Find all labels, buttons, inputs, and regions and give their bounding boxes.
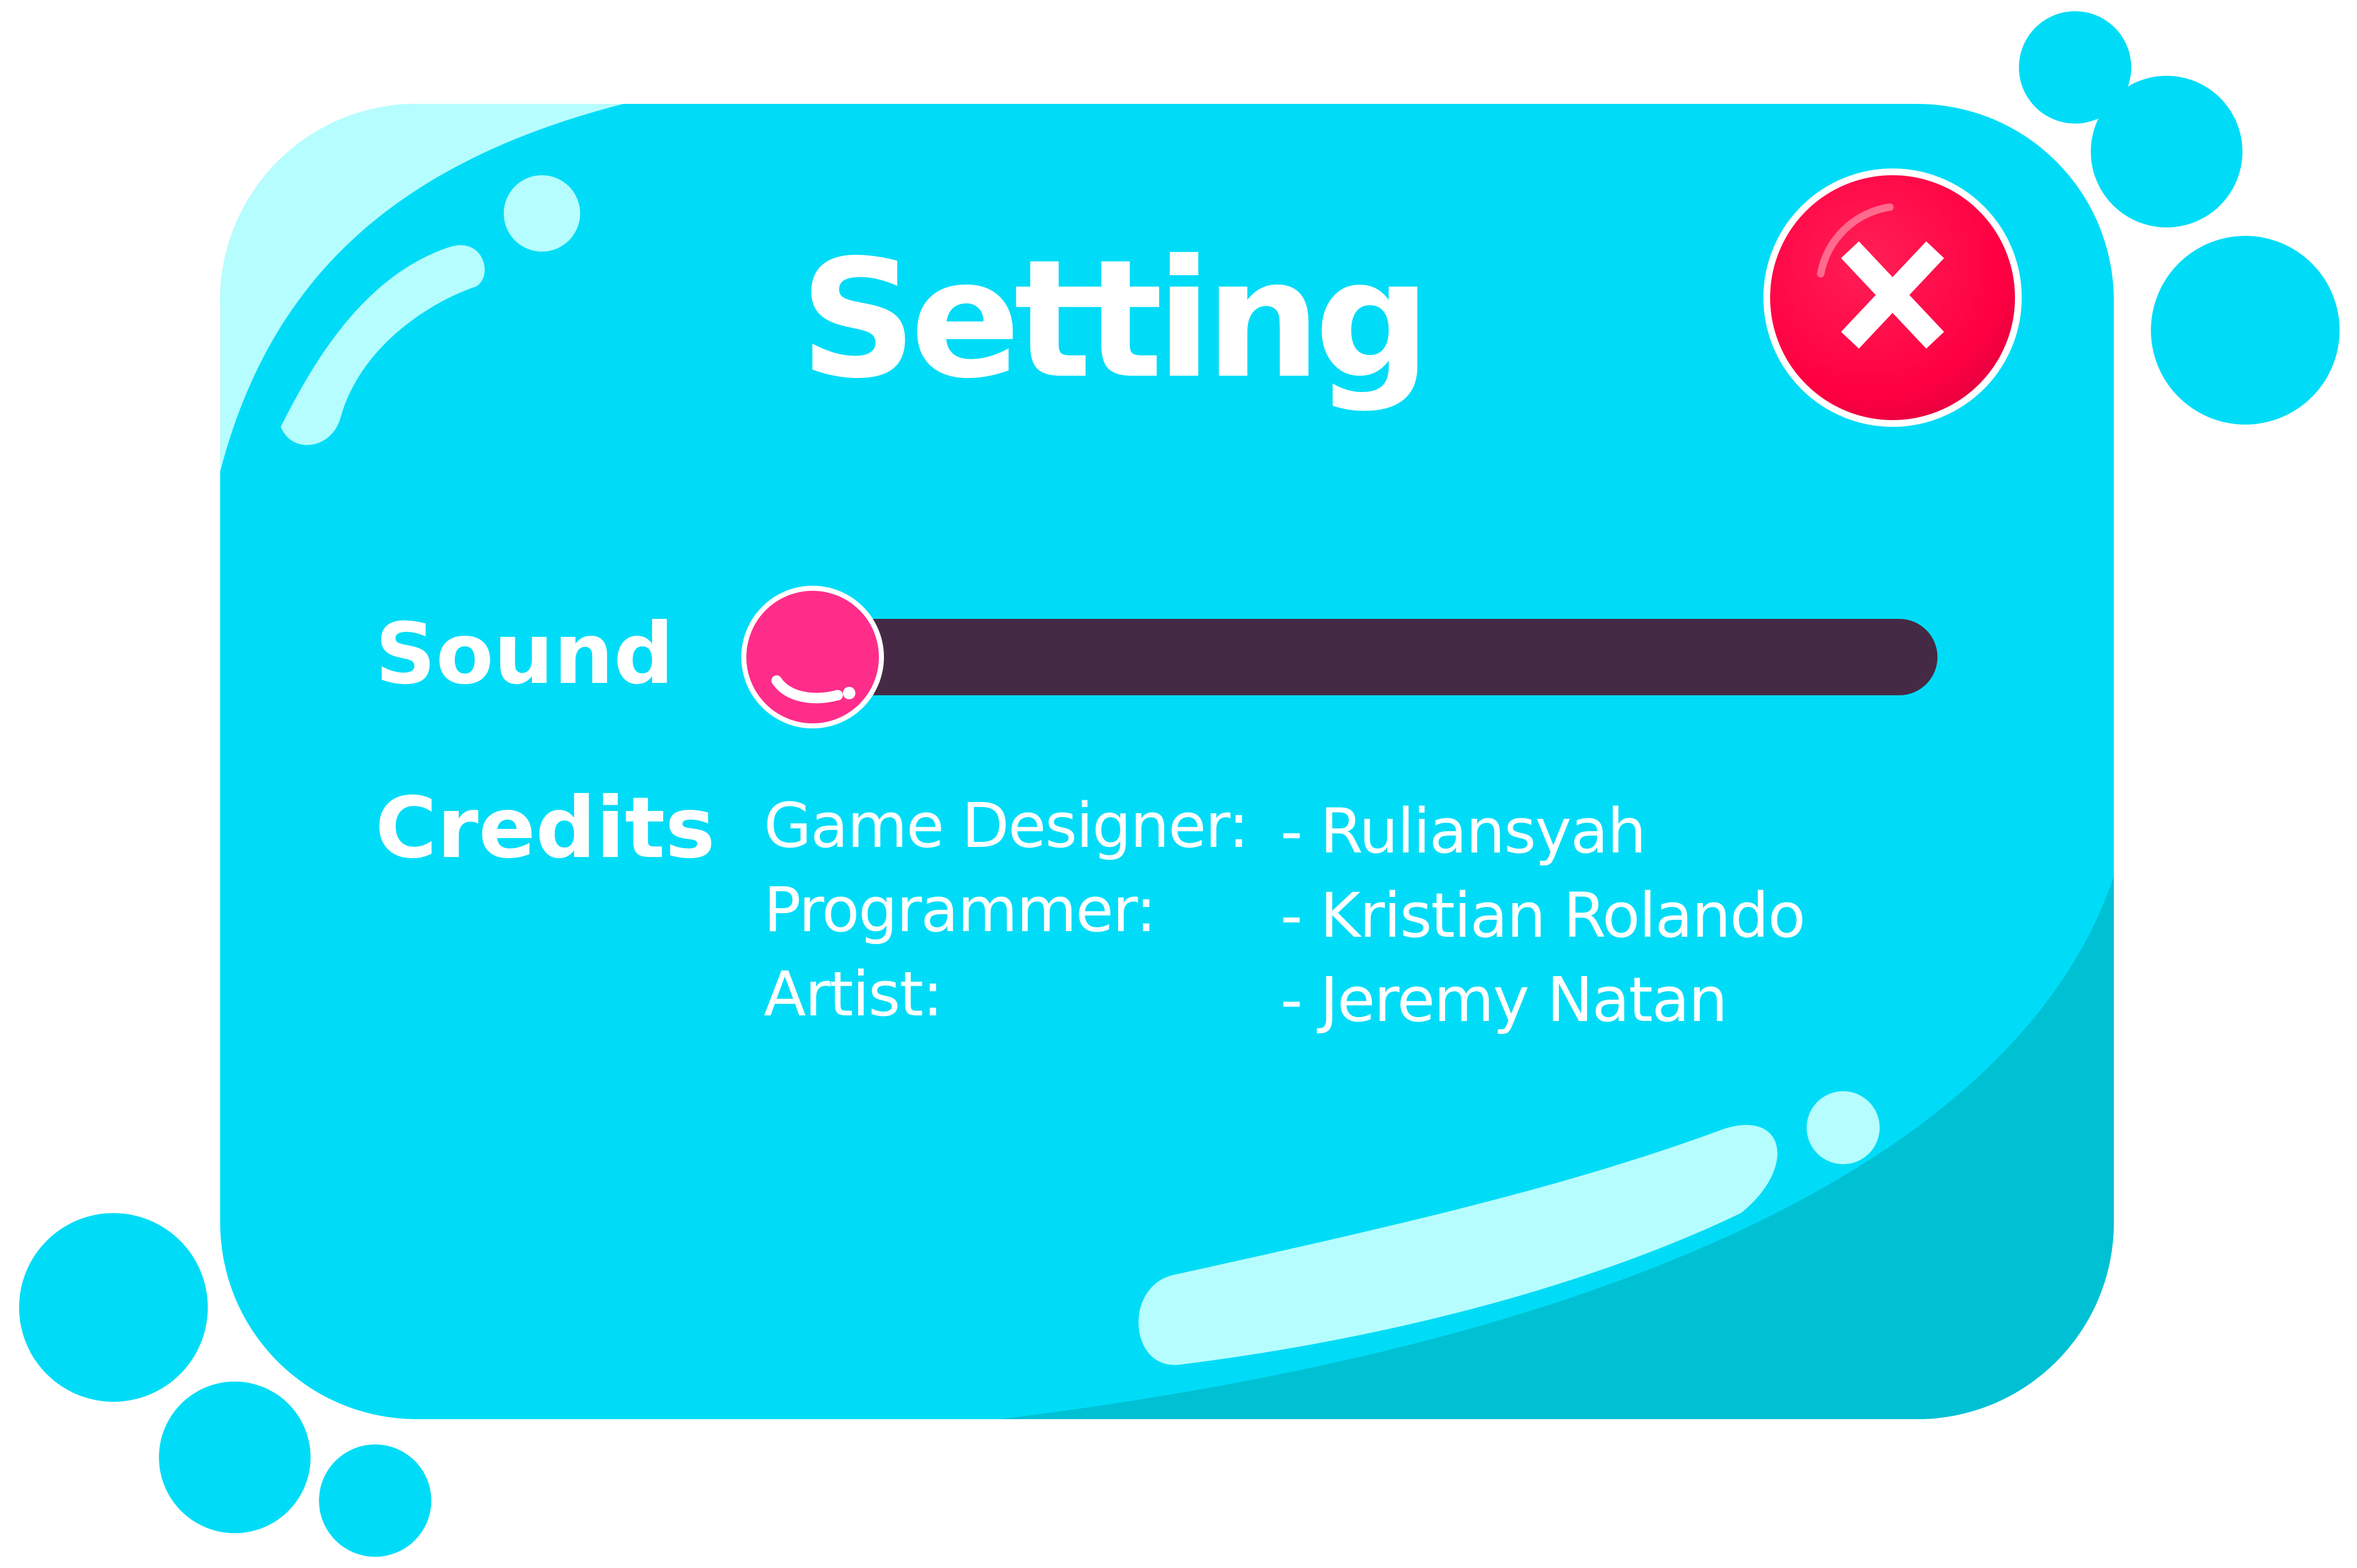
- bubble-decoration: [159, 1382, 311, 1533]
- close-button[interactable]: [1763, 168, 2022, 427]
- credit-name: - Kristian Rolando: [1280, 879, 1806, 951]
- close-x-icon: [1817, 203, 1944, 349]
- credits-names-list: - Ruliansyah - Kristian Rolando - Jeremy…: [1280, 789, 1806, 1042]
- credit-role: Artist:: [764, 958, 943, 1030]
- credit-role: Game Designer:: [764, 790, 1249, 862]
- credit-name: - Ruliansyah: [1280, 795, 1647, 867]
- credit-role: Programmer:: [764, 874, 1156, 946]
- sound-slider-knob[interactable]: [741, 586, 884, 728]
- bubble-decoration: [319, 1444, 431, 1557]
- gloss-dot: [1807, 1091, 1880, 1164]
- bubble-decoration: [2151, 236, 2340, 425]
- sound-label: Sound: [375, 605, 674, 703]
- knob-shine-icon: [771, 675, 856, 704]
- credits-label: Credits: [375, 780, 715, 877]
- sound-slider[interactable]: [741, 584, 1937, 730]
- gloss-dot: [504, 175, 580, 252]
- bubble-decoration: [19, 1213, 208, 1402]
- credit-name: - Jeremy Natan: [1280, 964, 1727, 1036]
- bubble-decoration: [2091, 76, 2242, 227]
- dialog-title: Setting: [799, 225, 1431, 414]
- credits-roles-list: Game Designer: Programmer: Artist:: [764, 783, 1249, 1036]
- sound-slider-track[interactable]: [809, 619, 1937, 695]
